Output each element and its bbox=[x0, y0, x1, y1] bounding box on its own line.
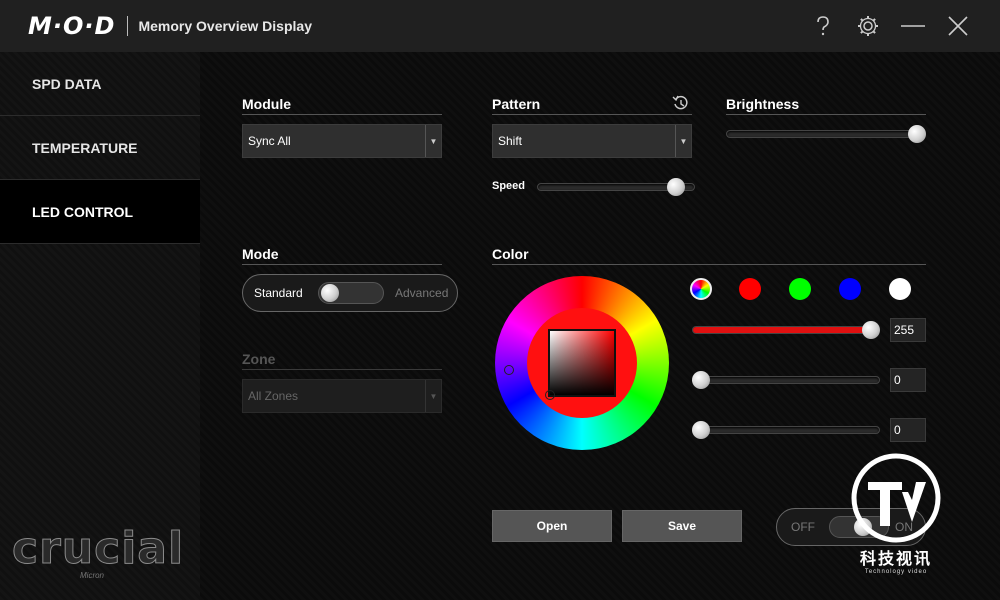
sidebar: SPD DATA TEMPERATURE LED CONTROL crucial… bbox=[0, 52, 200, 600]
red-swatch[interactable] bbox=[739, 278, 761, 300]
watermark-logo-icon bbox=[851, 453, 941, 543]
color-wheel[interactable] bbox=[495, 276, 669, 450]
green-channel-thumb[interactable] bbox=[692, 371, 710, 389]
open-button[interactable]: Open bbox=[492, 510, 612, 542]
module-label: Module bbox=[242, 96, 442, 115]
rainbow-swatch[interactable] bbox=[690, 278, 712, 300]
close-icon[interactable] bbox=[935, 10, 980, 42]
save-button[interactable]: Save bbox=[622, 510, 742, 542]
red-channel-thumb[interactable] bbox=[862, 321, 880, 339]
color-label: Color bbox=[492, 246, 926, 265]
watermark-cn-text: 科技视讯 bbox=[859, 551, 932, 568]
red-channel-fill bbox=[693, 327, 879, 333]
open-button-label: Open bbox=[536, 519, 568, 533]
module-dropdown[interactable]: Sync All ▼ bbox=[242, 124, 442, 158]
mode-standard-label: Standard bbox=[254, 286, 303, 300]
sidebar-item-label: SPD DATA bbox=[32, 75, 102, 92]
pattern-dropdown[interactable]: Shift ▼ bbox=[492, 124, 692, 158]
chevron-down-icon: ▼ bbox=[425, 380, 441, 412]
chevron-down-icon: ▼ bbox=[425, 125, 441, 157]
mode-toggle[interactable] bbox=[318, 282, 384, 304]
speed-slider-thumb[interactable] bbox=[667, 178, 686, 196]
mode-toggle-knob[interactable] bbox=[321, 284, 339, 302]
zone-dropdown-value: All Zones bbox=[248, 389, 299, 403]
watermark: 科技视讯 Technology video bbox=[836, 452, 956, 575]
zone-dropdown: All Zones ▼ bbox=[242, 379, 442, 413]
power-off-label: OFF bbox=[791, 520, 815, 534]
pattern-label: Pattern bbox=[492, 96, 692, 115]
crucial-logo: crucial bbox=[11, 523, 185, 575]
brightness-label: Brightness bbox=[726, 96, 926, 115]
sidebar-item-temperature[interactable]: TEMPERATURE bbox=[0, 116, 200, 180]
app-logo: M·O·D bbox=[28, 12, 116, 40]
chevron-down-icon: ▼ bbox=[675, 125, 691, 157]
module-dropdown-value: Sync All bbox=[248, 134, 291, 148]
mode-toggle-group: Standard Advanced bbox=[242, 274, 458, 312]
pattern-dropdown-value: Shift bbox=[498, 134, 523, 148]
blue-value-input[interactable]: 0 bbox=[890, 418, 926, 442]
zone-label: Zone bbox=[242, 351, 442, 370]
sidebar-item-spd-data[interactable]: SPD DATA bbox=[0, 52, 200, 116]
brightness-slider[interactable] bbox=[726, 125, 926, 143]
red-value-input[interactable]: 255 bbox=[890, 318, 926, 342]
mode-label: Mode bbox=[242, 246, 442, 265]
minimize-icon[interactable] bbox=[890, 10, 935, 42]
color-picker-handle[interactable] bbox=[545, 390, 555, 400]
title-divider bbox=[127, 16, 129, 36]
saturation-value-square[interactable] bbox=[550, 331, 614, 395]
title-bar: M·O·D Memory Overview Display bbox=[0, 0, 1000, 52]
settings-gear-icon[interactable] bbox=[845, 10, 890, 42]
red-channel-slider[interactable] bbox=[692, 321, 880, 339]
mode-advanced-label: Advanced bbox=[395, 286, 449, 300]
reset-history-icon[interactable] bbox=[672, 94, 690, 117]
blue-swatch[interactable] bbox=[839, 278, 861, 300]
green-channel-slider[interactable] bbox=[692, 371, 880, 389]
watermark-en-text: Technology video bbox=[864, 569, 928, 575]
hue-picker-handle[interactable] bbox=[504, 365, 514, 375]
sidebar-item-led-control[interactable]: LED CONTROL bbox=[0, 180, 200, 244]
help-icon[interactable] bbox=[800, 10, 845, 42]
sidebar-item-label: TEMPERATURE bbox=[32, 139, 138, 156]
speed-slider[interactable] bbox=[537, 178, 695, 196]
blue-channel-thumb[interactable] bbox=[692, 421, 710, 439]
green-value-input[interactable]: 0 bbox=[890, 368, 926, 392]
app-title: Memory Overview Display bbox=[138, 18, 312, 34]
save-button-label: Save bbox=[667, 519, 697, 533]
blue-channel-slider[interactable] bbox=[692, 421, 880, 439]
green-swatch[interactable] bbox=[789, 278, 811, 300]
brightness-slider-thumb[interactable] bbox=[908, 125, 926, 143]
speed-label: Speed bbox=[492, 180, 526, 192]
sidebar-item-label: LED CONTROL bbox=[32, 203, 134, 220]
micron-logo-text: Micron bbox=[80, 571, 105, 580]
white-swatch[interactable] bbox=[889, 278, 911, 300]
